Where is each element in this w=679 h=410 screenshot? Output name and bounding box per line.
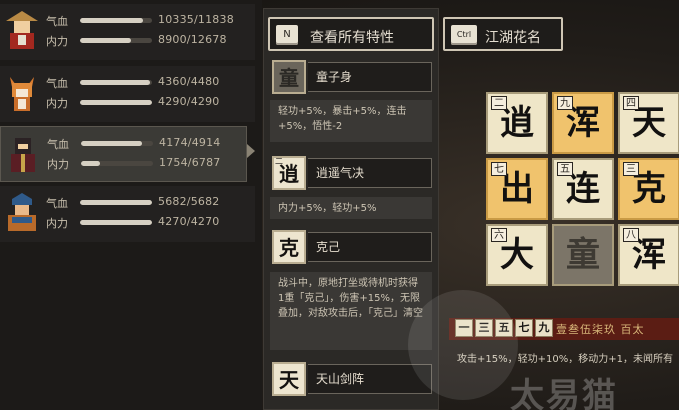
key-hint: Ctrl xyxy=(451,25,477,45)
grid-tile[interactable]: 七出 xyxy=(486,158,548,220)
trait-tile[interactable]: 克 xyxy=(272,230,306,264)
mp-value: 4270/4270 xyxy=(158,215,220,228)
game-screen: 气血 内力 10335/11838 8900/12678 气血 内力 4360/… xyxy=(0,0,679,410)
trait-tile[interactable]: 二逍 xyxy=(272,156,306,190)
hp-label: 气血 xyxy=(46,15,68,28)
grid-number: 五 xyxy=(557,162,573,176)
mp-bar xyxy=(80,38,152,43)
mp-value: 8900/12678 xyxy=(158,33,227,46)
grid-number: 八 xyxy=(623,228,639,242)
trait-glyph: 克 xyxy=(279,236,299,260)
grid-tile[interactable]: 二逍 xyxy=(486,92,548,154)
jianghu-label: 江湖花名 xyxy=(485,30,541,46)
party-member-4[interactable]: 气血 内力 5682/5682 4270/4270 xyxy=(0,186,255,242)
grid-tile[interactable]: 三克 xyxy=(618,158,679,220)
watermark-text: 太易猫 xyxy=(510,376,618,410)
trait-glyph: 童 xyxy=(279,66,299,90)
hp-bar xyxy=(81,141,153,146)
combo-mini-tile: 七 xyxy=(515,319,533,337)
ninja-avatar-icon xyxy=(11,138,35,172)
trait-number: 二 xyxy=(275,157,283,166)
combo-effect-title: 壹叁伍柒玖 百太 xyxy=(556,323,645,336)
hp-bar xyxy=(80,80,152,85)
grid-number: 六 xyxy=(491,228,507,242)
mp-label: 内力 xyxy=(47,158,69,171)
party-member-3[interactable]: 气血 内力 4174/4914 1754/6787 xyxy=(0,126,247,182)
cat-watermark-icon xyxy=(408,290,518,400)
hp-value: 4360/4480 xyxy=(158,75,220,88)
party-member-1[interactable]: 气血 内力 10335/11838 8900/12678 xyxy=(0,4,255,60)
mp-value: 1754/6787 xyxy=(159,156,221,169)
grid-tile[interactable]: 五连 xyxy=(552,158,614,220)
key-hint: N xyxy=(276,25,298,45)
grid-number: 九 xyxy=(557,96,573,110)
mp-label: 内力 xyxy=(46,97,68,110)
hp-label: 气血 xyxy=(46,197,68,210)
grid-number: 四 xyxy=(623,96,639,110)
grid-number: 三 xyxy=(623,162,639,176)
mp-bar xyxy=(80,220,152,225)
party-member-2[interactable]: 气血 内力 4360/4480 4290/4290 xyxy=(0,66,255,122)
hp-label: 气血 xyxy=(46,77,68,90)
combo-mini-tile: 九 xyxy=(535,319,553,337)
view-all-label: 查看所有特性 xyxy=(310,30,394,46)
trait-tile[interactable]: 童 xyxy=(272,60,306,94)
grid-tile[interactable]: 九浑 xyxy=(552,92,614,154)
hp-bar xyxy=(80,18,152,23)
mp-label: 内力 xyxy=(46,217,68,230)
trait-tile[interactable]: 天 xyxy=(272,362,306,396)
hp-label: 气血 xyxy=(47,138,69,151)
trait-glyph: 天 xyxy=(279,368,299,392)
view-all-traits-button[interactable]: N 查看所有特性 xyxy=(268,17,434,51)
trait-description: 内力+5%，轻功+5% xyxy=(270,197,432,219)
grid-number: 七 xyxy=(491,162,507,176)
grid-glyph: 童 xyxy=(566,235,600,275)
trait-name[interactable]: 童子身 xyxy=(308,62,432,92)
grid-tile[interactable]: 六大 xyxy=(486,224,548,286)
grid-tile[interactable]: 童 xyxy=(552,224,614,286)
mp-bar xyxy=(80,100,152,105)
grid-tile[interactable]: 八浑 xyxy=(618,224,679,286)
hp-value: 4174/4914 xyxy=(159,136,221,149)
mp-label: 内力 xyxy=(46,35,68,48)
grid-tile[interactable]: 四天 xyxy=(618,92,679,154)
selection-arrow-icon xyxy=(247,144,255,158)
jianghu-nickname-button[interactable]: Ctrl 江湖花名 xyxy=(443,17,563,51)
hero-avatar-icon xyxy=(6,11,38,49)
party-panel: 气血 内力 10335/11838 8900/12678 气血 内力 4360/… xyxy=(0,0,262,410)
grid-number: 二 xyxy=(491,96,507,110)
fox-avatar-icon xyxy=(10,77,34,111)
hp-value: 10335/11838 xyxy=(158,13,234,26)
warrior-avatar-icon xyxy=(8,193,36,231)
trait-description: 轻功+5%，暴击+5%，连击+5%，悟性-2 xyxy=(270,100,432,142)
mp-value: 4290/4290 xyxy=(158,95,220,108)
mp-bar xyxy=(81,161,153,166)
trait-name[interactable]: 逍遥气决 xyxy=(308,158,432,188)
trait-name[interactable]: 克己 xyxy=(308,232,432,262)
hp-value: 5682/5682 xyxy=(158,195,220,208)
hp-bar xyxy=(80,200,152,205)
